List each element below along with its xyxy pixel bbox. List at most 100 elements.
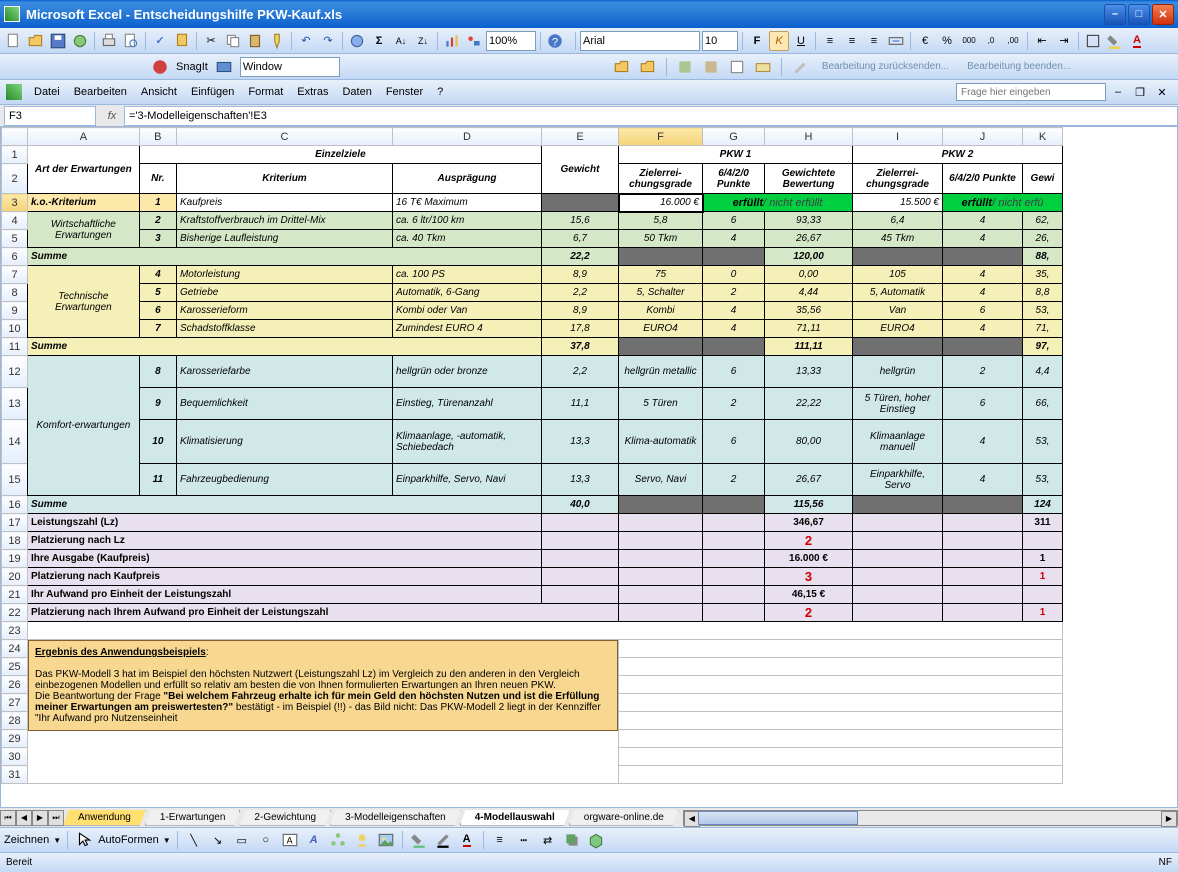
cell[interactable]: 50 Tkm: [619, 230, 702, 247]
save-icon[interactable]: [48, 31, 68, 51]
row-header[interactable]: 18: [2, 532, 28, 550]
row-header[interactable]: 11: [2, 338, 28, 356]
row-header[interactable]: 22: [2, 604, 28, 622]
tab-first-icon[interactable]: ⏮: [0, 810, 16, 826]
row-header[interactable]: 23: [2, 622, 28, 640]
cell[interactable]: 2: [703, 284, 764, 301]
col-header[interactable]: D: [393, 128, 542, 146]
tab-next-icon[interactable]: ▶: [32, 810, 48, 826]
row-header[interactable]: 2: [2, 164, 28, 194]
preview-icon[interactable]: [121, 31, 141, 51]
cell[interactable]: 13,3: [542, 420, 618, 463]
col-header[interactable]: G: [703, 128, 765, 146]
new-folder-icon[interactable]: [612, 57, 632, 77]
undo-icon[interactable]: ↶: [296, 31, 316, 51]
edit-send-icon[interactable]: [790, 57, 810, 77]
cell[interactable]: 93,33: [765, 212, 852, 229]
cell[interactable]: 53,: [1023, 420, 1062, 463]
cell[interactable]: 16.000 €: [765, 550, 852, 567]
row-header[interactable]: 12: [2, 356, 28, 388]
row-header[interactable]: 20: [2, 568, 28, 586]
cell[interactable]: Einzelziele: [140, 146, 541, 163]
align-right-icon[interactable]: ≡: [864, 31, 884, 51]
align-left-icon[interactable]: ≡: [820, 31, 840, 51]
cell[interactable]: Kriterium: [177, 164, 392, 193]
line-color-icon[interactable]: [433, 830, 453, 850]
cell[interactable]: 71,11: [765, 320, 852, 337]
cell[interactable]: 8,9: [542, 266, 618, 283]
cell[interactable]: Nr.: [140, 164, 176, 193]
row-header[interactable]: 16: [2, 496, 28, 514]
cell[interactable]: Summe: [28, 496, 541, 513]
minimize-button[interactable]: –: [1104, 4, 1126, 25]
cell[interactable]: PKW 1: [619, 146, 852, 163]
horizontal-scrollbar[interactable]: ◀ ▶: [683, 810, 1178, 826]
print-icon[interactable]: [99, 31, 119, 51]
row-header[interactable]: 26: [2, 676, 28, 694]
review2-icon[interactable]: [701, 57, 721, 77]
cell[interactable]: 4,4: [1023, 356, 1062, 387]
cell[interactable]: 8: [140, 356, 176, 387]
row-header[interactable]: 31: [2, 766, 28, 784]
sheet-tab-erwartungen[interactable]: 1-Erwartungen: [145, 810, 241, 826]
cell[interactable]: 53,: [1023, 464, 1062, 495]
question-input[interactable]: [956, 83, 1106, 101]
tab-last-icon[interactable]: ⏭: [48, 810, 64, 826]
3d-icon[interactable]: [586, 830, 606, 850]
cell[interactable]: Gewi: [1023, 164, 1062, 193]
clipart-icon[interactable]: [352, 830, 372, 850]
menu-daten[interactable]: Daten: [336, 84, 377, 100]
row-header[interactable]: 1: [2, 146, 28, 164]
cell[interactable]: 2,2: [542, 356, 618, 387]
wordart-icon[interactable]: A: [304, 830, 324, 850]
fill-color-draw-icon[interactable]: [409, 830, 429, 850]
cell[interactable]: 124: [1023, 496, 1062, 513]
shadow-icon[interactable]: [562, 830, 582, 850]
row-header[interactable]: 5: [2, 230, 28, 248]
col-header[interactable]: I: [853, 128, 943, 146]
row-header[interactable]: 3: [2, 194, 28, 212]
cell[interactable]: Leistungszahl (Lz): [28, 514, 541, 531]
format-painter-icon[interactable]: [267, 31, 287, 51]
cell[interactable]: ca. 6 ltr/100 km: [393, 212, 541, 229]
cell[interactable]: Schadstoffklasse: [177, 320, 392, 337]
col-header[interactable]: K: [1023, 128, 1063, 146]
row-header[interactable]: 28: [2, 712, 28, 730]
doc-restore-icon[interactable]: ❐: [1130, 82, 1150, 102]
cell[interactable]: 4: [703, 320, 764, 337]
cell[interactable]: 16 T€ Maximum: [393, 194, 541, 211]
cell[interactable]: 6/4/2/0 Punkte: [943, 164, 1022, 193]
name-box[interactable]: [4, 106, 96, 126]
cell[interactable]: Bisherige Laufleistung: [177, 230, 392, 247]
cell[interactable]: Ihre Ausgabe (Kaufpreis): [28, 550, 541, 567]
tab-prev-icon[interactable]: ◀: [16, 810, 32, 826]
cell[interactable]: 2: [765, 532, 852, 549]
review-icon[interactable]: [675, 57, 695, 77]
redo-icon[interactable]: ↷: [318, 31, 338, 51]
cell[interactable]: 35,56: [765, 302, 852, 319]
cell[interactable]: Technische Erwartungen: [28, 266, 139, 337]
cell[interactable]: Fahrzeugbedienung: [177, 464, 392, 495]
cell[interactable]: [1023, 532, 1062, 549]
autosum-icon[interactable]: Σ: [369, 31, 389, 51]
folder2-icon[interactable]: [638, 57, 658, 77]
cell[interactable]: 2: [703, 388, 764, 419]
cell[interactable]: Summe: [28, 248, 541, 265]
cell[interactable]: 4: [943, 320, 1022, 337]
research-icon[interactable]: [172, 31, 192, 51]
cell[interactable]: 22,2: [542, 248, 618, 265]
cell[interactable]: Zumindest EURO 4: [393, 320, 541, 337]
font-combo[interactable]: [580, 31, 700, 51]
help-icon[interactable]: ?: [545, 31, 565, 51]
cell[interactable]: 6: [943, 388, 1022, 419]
cell[interactable]: 4,44: [765, 284, 852, 301]
row-header[interactable]: 14: [2, 420, 28, 464]
cell[interactable]: 15.500 €: [853, 194, 942, 211]
paste-icon[interactable]: [245, 31, 265, 51]
cell[interactable]: Van: [853, 302, 942, 319]
snagit-capture-icon[interactable]: [214, 57, 234, 77]
font-color-icon[interactable]: A: [1127, 31, 1147, 51]
arrow-icon[interactable]: ↘: [208, 830, 228, 850]
font-color-draw-icon[interactable]: A: [457, 830, 477, 850]
cell[interactable]: Gewichtete Bewertung: [765, 164, 852, 193]
